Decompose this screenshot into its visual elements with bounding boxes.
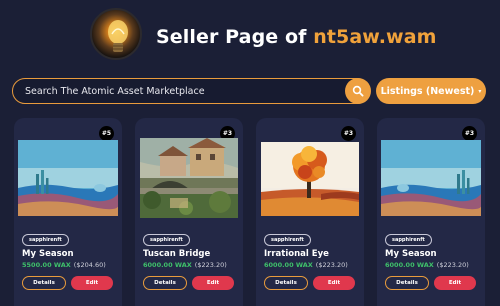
collection-tag[interactable]: sapphirenft (143, 234, 190, 246)
mint-number-badge: #3 (462, 126, 477, 141)
sort-dropdown-label: Listings (Newest) (380, 85, 475, 97)
collection-tag[interactable]: sapphirenft (22, 234, 69, 246)
seller-avatar-logo (90, 8, 142, 60)
price-usd: ($223.20) (315, 261, 348, 269)
edit-button[interactable]: Edit (313, 276, 355, 290)
listing-artwork-image[interactable] (381, 140, 481, 216)
page-title: Seller Page of nt5aw.wam (156, 26, 437, 48)
collection-tag[interactable]: sapphirenft (264, 234, 311, 246)
lightbulb-logo-icon (108, 20, 128, 52)
listing-price: 5500.00 WAX ($204.60) (22, 261, 106, 269)
listing-card[interactable]: #5 sapphirenft My Season 5500.00 WAX ($20… (14, 118, 122, 306)
edit-button[interactable]: Edit (192, 276, 234, 290)
listing-artwork-image[interactable] (18, 140, 118, 216)
page-title-prefix: Seller Page of (156, 26, 314, 48)
price-usd: ($223.20) (436, 261, 469, 269)
price-wax: 6000.00 WAX (143, 261, 192, 269)
listing-name: Irrational Eye (264, 249, 329, 259)
price-usd: ($223.20) (194, 261, 227, 269)
search-bar[interactable] (12, 78, 370, 104)
price-usd: ($204.60) (73, 261, 106, 269)
listing-price: 6000.00 WAX ($223.20) (264, 261, 348, 269)
edit-button[interactable]: Edit (71, 276, 113, 290)
search-button[interactable] (345, 78, 371, 104)
price-wax: 5500.00 WAX (22, 261, 71, 269)
listing-card[interactable]: #3 sapphirenft Irrational Eye 6000.00 WA… (256, 118, 364, 306)
details-button[interactable]: Details (143, 276, 187, 290)
details-button[interactable]: Details (385, 276, 429, 290)
collection-tag[interactable]: sapphirenft (385, 234, 432, 246)
listing-artwork-image[interactable] (261, 142, 359, 216)
listing-name: Tuscan Bridge (143, 249, 211, 259)
search-input[interactable] (25, 85, 335, 97)
sort-dropdown[interactable]: Listings (Newest) ▾ (376, 78, 486, 104)
details-button[interactable]: Details (22, 276, 66, 290)
price-wax: 6000.00 WAX (264, 261, 313, 269)
mint-number-badge: #3 (341, 126, 356, 141)
listing-card[interactable]: #3 sapphirenft My Season 6000.00 WAX ($22… (377, 118, 485, 306)
chevron-down-icon: ▾ (478, 88, 482, 95)
details-button[interactable]: Details (264, 276, 308, 290)
mint-number-badge: #5 (99, 126, 114, 141)
listing-price: 6000.00 WAX ($223.20) (385, 261, 469, 269)
listing-price: 6000.00 WAX ($223.20) (143, 261, 227, 269)
price-wax: 6000.00 WAX (385, 261, 434, 269)
search-icon (352, 85, 364, 97)
listing-artwork-image[interactable] (140, 138, 238, 218)
listing-card[interactable]: #3 sapphirenft Tuscan Bridge 6000.00 WAX… (135, 118, 243, 306)
seller-account-name: nt5aw.wam (313, 26, 437, 48)
listing-name: My Season (22, 249, 74, 259)
edit-button[interactable]: Edit (434, 276, 476, 290)
listing-name: My Season (385, 249, 437, 259)
